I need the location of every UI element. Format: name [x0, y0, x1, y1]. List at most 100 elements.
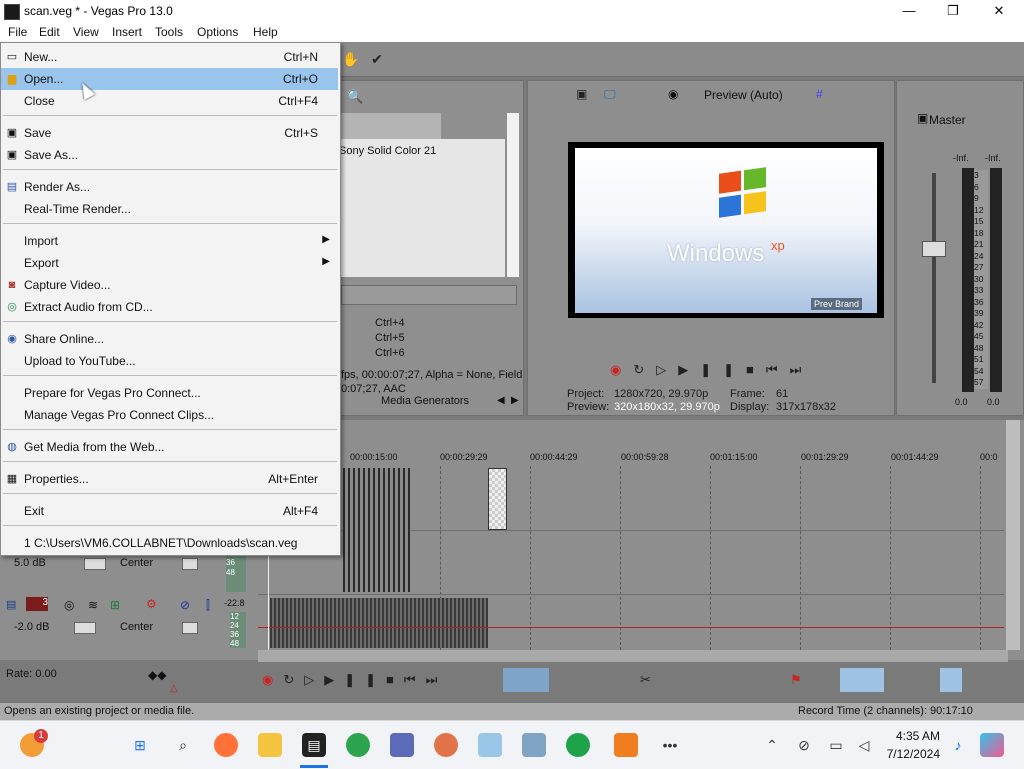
tab-media-generators[interactable]: Media Generators: [381, 395, 469, 407]
stop-icon[interactable]: ■: [746, 362, 766, 377]
track2-arm-icon[interactable]: ⫿: [206, 598, 210, 613]
tray-chevron-icon[interactable]: ⌃: [760, 733, 784, 757]
master-fader-handle[interactable]: [922, 241, 946, 257]
loop-icon[interactable]: ↻: [633, 362, 656, 377]
menu-item-manage-connect[interactable]: Manage Vegas Pro Connect Clips...: [1, 404, 338, 426]
menu-item-exit[interactable]: Exit Alt+F4: [1, 500, 338, 522]
track1-pan-slider[interactable]: [182, 558, 198, 570]
media-scrollbar[interactable]: [507, 113, 519, 277]
clock-time[interactable]: 4:35 AM: [888, 729, 940, 743]
media-item-label[interactable]: Sony Solid Color 21: [339, 145, 436, 157]
play-from-start-button-icon[interactable]: ▷: [304, 672, 324, 687]
track2-bypass-icon[interactable]: ⊘: [180, 598, 190, 612]
stop-button-icon[interactable]: ■: [386, 672, 404, 687]
track2-automation-icon[interactable]: ≋: [88, 598, 98, 612]
tab-right-arrow-icon[interactable]: ▶: [511, 395, 519, 406]
search-icon[interactable]: ⌕: [171, 733, 195, 757]
menu-file[interactable]: File: [8, 25, 27, 39]
menu-item-upload-youtube[interactable]: Upload to YouTube...: [1, 350, 338, 372]
marker-icon[interactable]: ⚑: [790, 672, 802, 688]
firefox-icon[interactable]: [214, 733, 238, 757]
grid-icon[interactable]: #: [816, 87, 823, 101]
share-app-icon[interactable]: [614, 733, 638, 757]
menu-item-prepare-connect[interactable]: Prepare for Vegas Pro Connect...: [1, 382, 338, 404]
menu-item-save[interactable]: ▣ Save Ctrl+S: [1, 122, 338, 144]
menu-item-extract-audio[interactable]: ◎ Extract Audio from CD...: [1, 296, 338, 318]
close-button[interactable]: ✕: [976, 0, 1022, 22]
menu-item-import[interactable]: Import ▶: [1, 230, 338, 252]
file-explorer-icon[interactable]: [258, 733, 282, 757]
maximize-button[interactable]: ❐: [930, 0, 976, 22]
track2-volume-slider[interactable]: [74, 622, 96, 634]
start-button-icon[interactable]: ⏮: [404, 672, 426, 687]
record-button-icon[interactable]: ◉: [262, 672, 283, 687]
generated-media-clip[interactable]: [488, 468, 507, 530]
go-to-start-icon[interactable]: ⏮: [766, 362, 790, 377]
loop-button-icon[interactable]: ↻: [283, 672, 304, 687]
menu-item-get-media-web[interactable]: ◍ Get Media from the Web...: [1, 436, 338, 458]
preview-settings-icon[interactable]: ▣: [576, 87, 587, 101]
overlay-icon[interactable]: ◉: [668, 87, 678, 101]
master-fader-track[interactable]: [932, 173, 936, 383]
timeline-vertical-scrollbar[interactable]: [1006, 420, 1020, 650]
menu-item-share-online[interactable]: ◉ Share Online...: [1, 328, 338, 350]
globe-icon[interactable]: [346, 733, 370, 757]
track2-pan[interactable]: Center: [120, 621, 153, 633]
play-icon[interactable]: ▶: [678, 362, 700, 377]
menu-options[interactable]: Options: [197, 25, 238, 39]
network-app-icon[interactable]: [522, 733, 546, 757]
menu-item-close[interactable]: Close Ctrl+F4: [1, 90, 338, 112]
menu-item-export[interactable]: Export ▶: [1, 252, 338, 274]
track2-mute-icon[interactable]: ◎: [64, 598, 74, 612]
vegas-app-icon[interactable]: ▤: [302, 733, 326, 757]
overflow-icon[interactable]: •••: [658, 733, 682, 757]
menu-tools[interactable]: Tools: [155, 25, 183, 39]
audio-event-clip[interactable]: [270, 598, 488, 648]
clock-date[interactable]: 7/12/2024: [880, 747, 940, 761]
menu-item-save-as[interactable]: ▣ Save As...: [1, 144, 338, 166]
track2-fx-icon[interactable]: ⊞: [110, 598, 120, 612]
refresh-app-icon[interactable]: [566, 733, 590, 757]
menu-item-recent-file[interactable]: 1 C:\Users\VM6.COLLABNET\Downloads\scan.…: [1, 532, 338, 554]
menu-item-capture-video[interactable]: ◙ Capture Video...: [1, 274, 338, 296]
end-button-icon[interactable]: ⏭: [426, 672, 448, 687]
character-icon[interactable]: [434, 733, 458, 757]
video-event-clip[interactable]: [343, 468, 411, 592]
timeline-ruler[interactable]: 00:00:15:00 00:00:29:29 00:00:44:29 00:0…: [258, 448, 1004, 466]
menu-item-real-time-render[interactable]: Real-Time Render...: [1, 198, 338, 220]
minimize-button[interactable]: —: [886, 0, 932, 22]
go-to-end-icon[interactable]: ⏭: [790, 362, 814, 377]
device-icon[interactable]: [390, 733, 414, 757]
copilot-icon[interactable]: [980, 733, 1004, 757]
record-icon[interactable]: ◉: [610, 362, 633, 377]
track1-volume[interactable]: 5.0 dB: [14, 557, 46, 569]
pause-button-icon[interactable]: ❚❚: [344, 672, 386, 687]
media-list[interactable]: [337, 139, 505, 277]
menu-insert[interactable]: Insert: [112, 25, 142, 39]
preview-quality-dropdown[interactable]: Preview (Auto): [704, 88, 783, 102]
track2-settings-icon[interactable]: ⚙: [146, 597, 157, 611]
play-from-start-icon[interactable]: ▷: [656, 362, 678, 377]
check-icon[interactable]: ✔: [368, 50, 386, 68]
menu-item-new[interactable]: ▭ New... Ctrl+N: [1, 46, 338, 68]
pause-icon[interactable]: ❚❚: [700, 362, 746, 377]
search-icon[interactable]: 🔍: [347, 89, 363, 105]
snap-tool-button[interactable]: [940, 668, 962, 692]
play-button-icon[interactable]: ▶: [324, 672, 344, 687]
track1-pan[interactable]: Center: [120, 557, 153, 569]
track2-volume[interactable]: -2.0 dB: [14, 621, 49, 633]
monitor-icon[interactable]: 🖵: [604, 87, 616, 102]
notification-bell-icon[interactable]: ♪: [946, 733, 970, 757]
start-button-icon[interactable]: ⊞: [128, 733, 152, 757]
track2-pan-slider[interactable]: [182, 622, 198, 634]
menu-help[interactable]: Help: [253, 25, 278, 39]
selection-tools-group[interactable]: [840, 668, 884, 692]
network-icon[interactable]: ⊘: [792, 733, 816, 757]
split-icon[interactable]: ✂: [640, 672, 651, 688]
edit-tool-button[interactable]: [503, 668, 549, 692]
menu-edit[interactable]: Edit: [39, 25, 60, 39]
track1-volume-slider[interactable]: [84, 558, 106, 570]
menu-view[interactable]: View: [73, 25, 99, 39]
timeline-horizontal-scrollbar[interactable]: [258, 650, 1008, 662]
menu-item-render-as[interactable]: ▤ Render As...: [1, 176, 338, 198]
